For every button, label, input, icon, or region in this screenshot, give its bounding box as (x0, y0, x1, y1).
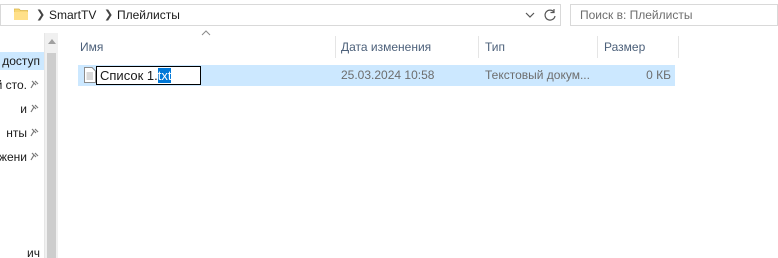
search-box[interactable] (570, 4, 778, 26)
nav-item-documents[interactable]: нты (0, 124, 44, 142)
column-header-label: Имя (80, 40, 104, 54)
filename-extension-selected: txt (157, 68, 172, 83)
column-header-label: Дата изменения (341, 40, 432, 54)
nav-item-pictures[interactable]: жени (0, 148, 44, 166)
address-bar[interactable]: ❯ SmartTV ❯ Плейлисты (0, 4, 561, 26)
navigation-pane: доступ й сто. и нты жени ич (0, 33, 44, 258)
chevron-down-icon[interactable] (523, 8, 537, 22)
search-input[interactable] (580, 6, 770, 24)
nav-item-other[interactable]: ич (0, 244, 44, 258)
column-header-size[interactable]: Размер (599, 36, 679, 58)
nav-item-desktop[interactable]: й сто. (0, 76, 44, 94)
column-divider[interactable] (678, 36, 679, 58)
nav-item-label: й сто. (0, 78, 27, 92)
breadcrumb-playlists[interactable]: Плейлисты (117, 8, 180, 22)
column-header-date[interactable]: Дата изменения (336, 36, 479, 58)
filename-base: Список 1. (100, 68, 158, 83)
file-size: 0 КБ (646, 68, 671, 82)
scrollbar-thumb[interactable] (47, 53, 56, 258)
file-type: Текстовый докум... (485, 68, 590, 82)
column-header-type[interactable]: Тип (480, 36, 598, 58)
chevron-right-icon[interactable]: ❯ (36, 8, 45, 21)
nav-scrollbar[interactable] (44, 33, 58, 258)
folder-icon (14, 8, 28, 20)
nav-item-label: доступ (2, 54, 40, 68)
text-file-icon (84, 67, 96, 83)
chevron-right-icon[interactable]: ❯ (104, 8, 113, 21)
pin-icon (30, 104, 39, 113)
nav-item-label: ич (27, 246, 40, 258)
nav-item-quick-access[interactable]: доступ (0, 52, 44, 70)
column-divider[interactable] (597, 36, 598, 58)
nav-item-label: жени (0, 150, 27, 164)
pin-icon (30, 128, 39, 137)
refresh-icon[interactable] (542, 7, 558, 23)
file-date: 25.03.2024 10:58 (341, 68, 435, 82)
scroll-up-arrow-icon[interactable] (48, 39, 56, 44)
pin-icon (30, 80, 39, 89)
nav-item-label: и (20, 102, 27, 116)
column-divider[interactable] (478, 36, 479, 58)
nav-item-downloads[interactable]: и (0, 100, 44, 118)
nav-item-label: нты (6, 126, 27, 140)
column-header-name[interactable]: Имя (75, 36, 336, 58)
column-header-label: Тип (485, 40, 506, 54)
breadcrumb-smarttv[interactable]: SmartTV (49, 8, 96, 22)
rename-input[interactable]: Список 1.txt (96, 66, 201, 85)
pin-icon (30, 152, 39, 161)
column-header-label: Размер (604, 40, 646, 54)
file-row[interactable]: Список 1.txt 25.03.2024 10:58 Текстовый … (78, 65, 675, 86)
